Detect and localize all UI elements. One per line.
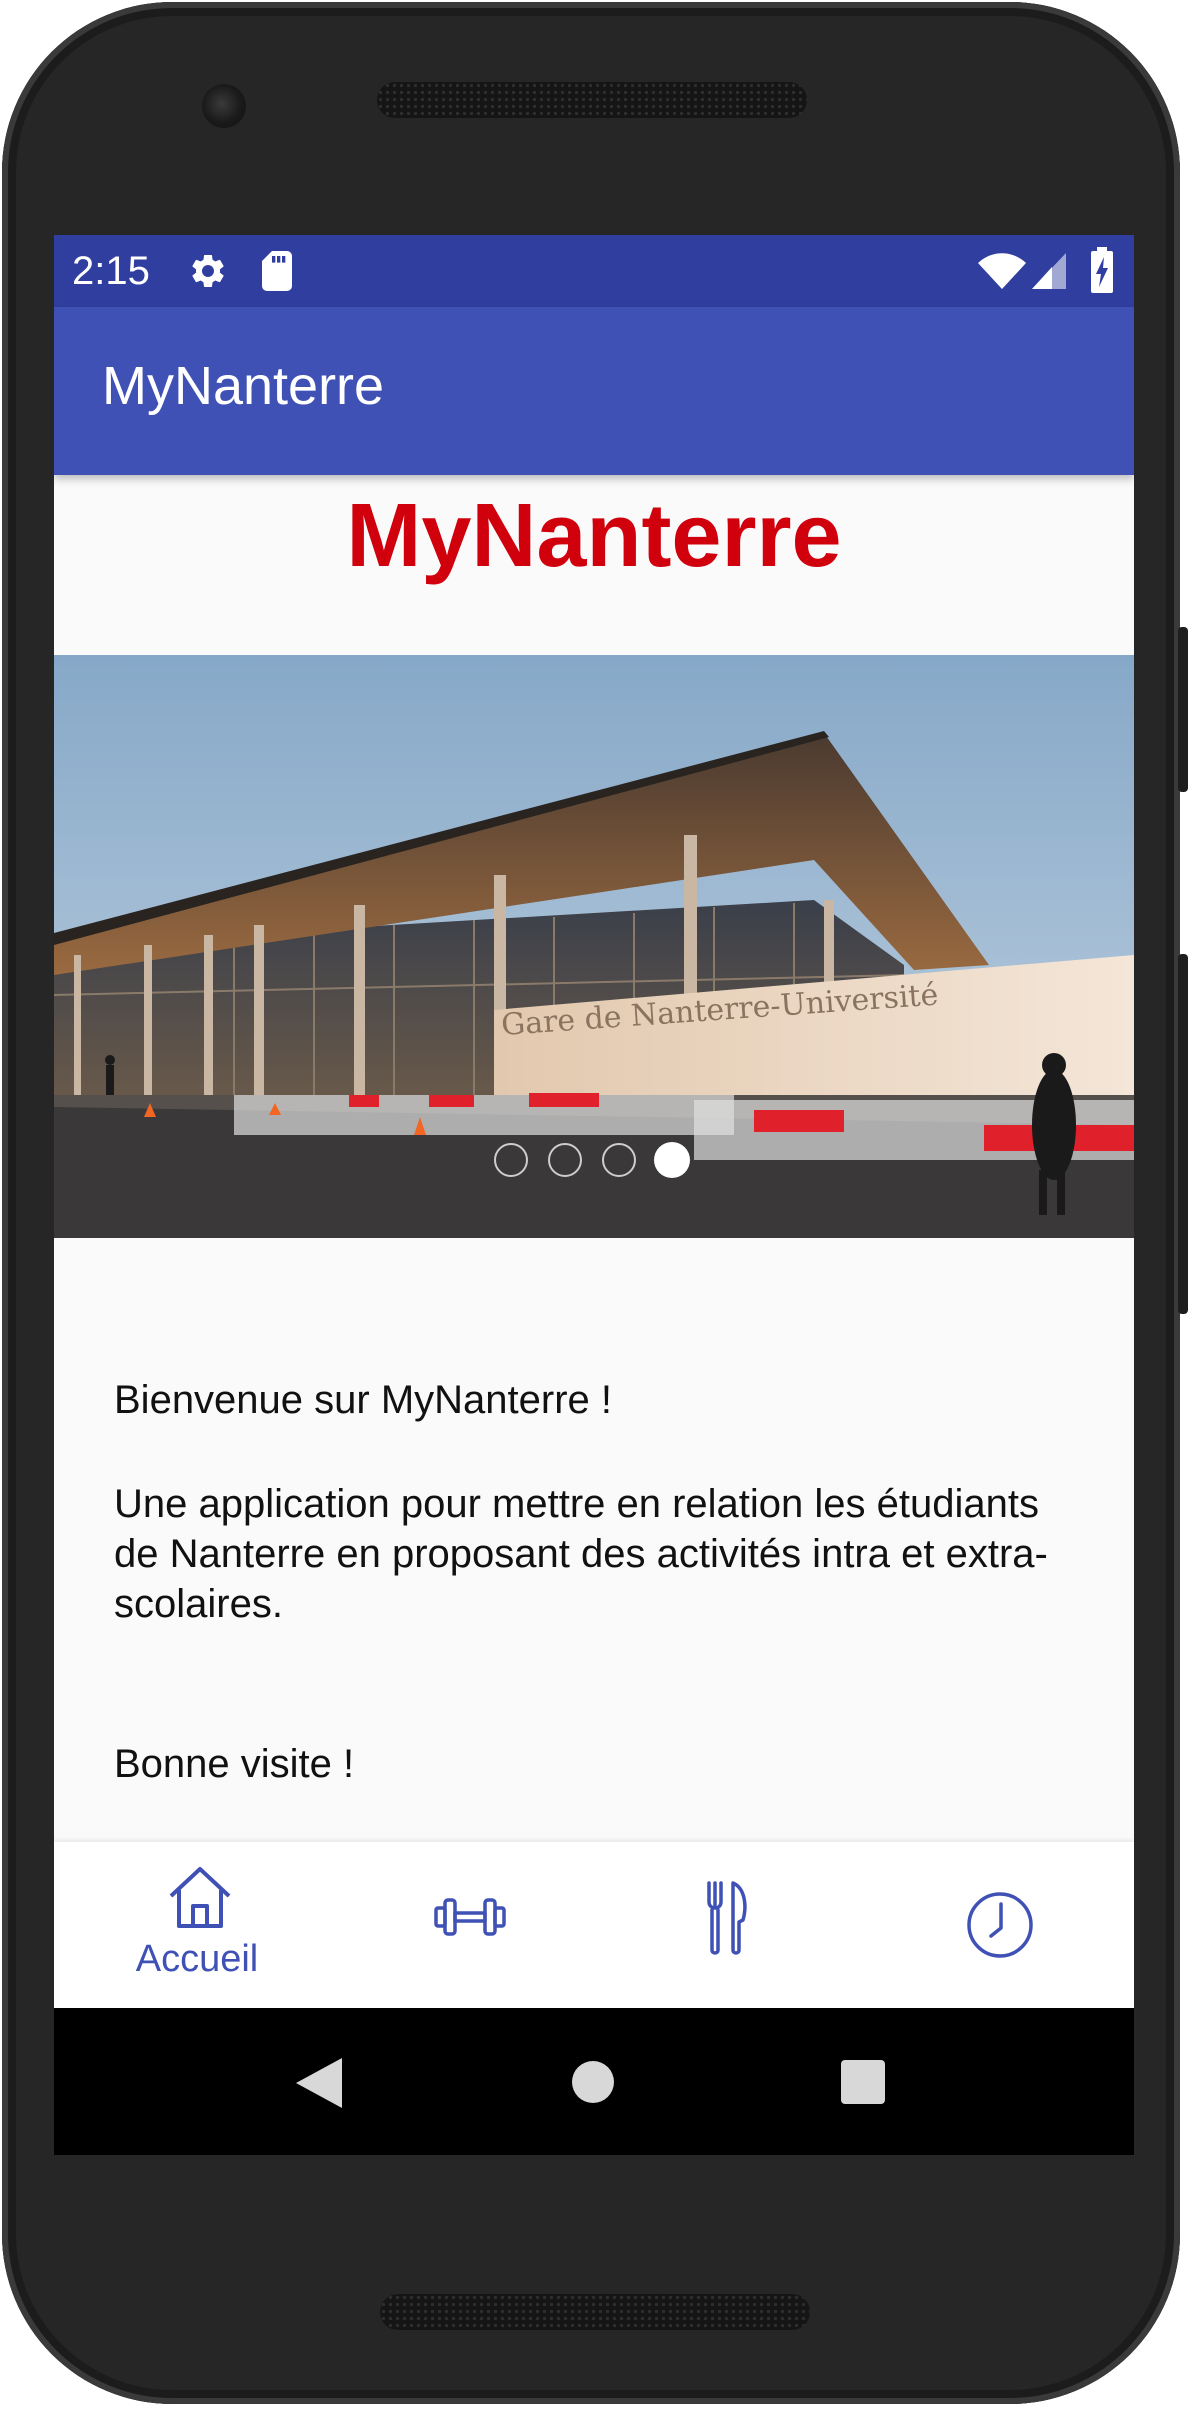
clock-icon <box>967 1892 1033 1958</box>
gear-icon <box>192 254 224 287</box>
carousel-dot-3[interactable] <box>602 1143 636 1177</box>
screen: 2:15 MyNanterre MyNanterre Gare de Nante… <box>54 235 1134 2155</box>
welcome-greeting: Bienvenue sur MyNanterre ! <box>114 1378 613 1422</box>
home-icon <box>169 1867 231 1928</box>
nav-restaurants[interactable] <box>594 1842 864 2008</box>
status-time: 2:15 <box>72 249 150 293</box>
carousel-dot-1[interactable] <box>494 1143 528 1177</box>
app-bar-title: MyNanterre <box>102 356 385 416</box>
image-carousel[interactable]: Gare de Nanterre-Université <box>54 655 1134 1238</box>
brand-title: MyNanterre <box>346 486 842 586</box>
cell-signal-icon <box>1032 253 1066 289</box>
carousel-indicator <box>494 1142 704 1183</box>
bottom-navigation: Accueil <box>54 1842 1134 2008</box>
carousel-dot-4-active[interactable] <box>654 1142 690 1178</box>
wifi-icon <box>978 253 1026 289</box>
dumbbell-icon <box>434 1898 506 1936</box>
nav-accueil-label: Accueil <box>135 1938 259 1980</box>
front-camera <box>202 84 246 128</box>
status-bar: 2:15 <box>54 235 1134 307</box>
nav-horaires[interactable] <box>864 1842 1134 2008</box>
carousel-dot-2[interactable] <box>548 1143 582 1177</box>
sd-card-icon <box>262 251 292 291</box>
power-button <box>1178 954 1188 1314</box>
battery-charging-icon <box>1091 247 1113 293</box>
fork-knife-icon <box>707 1881 747 1955</box>
home-circle-icon[interactable] <box>571 2060 615 2104</box>
nav-sports[interactable] <box>334 1842 604 2008</box>
welcome-description: Une application pour mettre en relation … <box>114 1482 1048 1626</box>
welcome-closing: Bonne visite ! <box>114 1742 355 1786</box>
earpiece-speaker <box>377 82 807 118</box>
phone-frame: 2:15 MyNanterre MyNanterre Gare de Nante… <box>2 2 1188 2404</box>
bottom-speaker <box>380 2294 810 2330</box>
welcome-text: Bienvenue sur MyNanterre ! Une applicati… <box>114 1375 1094 1789</box>
recents-icon[interactable] <box>841 2060 885 2104</box>
back-icon[interactable] <box>296 2058 342 2108</box>
volume-button <box>1178 627 1188 792</box>
nav-accueil[interactable]: Accueil <box>62 1842 332 2008</box>
app-bar: MyNanterre <box>54 307 1134 475</box>
system-navigation-bar <box>54 2008 1134 2155</box>
